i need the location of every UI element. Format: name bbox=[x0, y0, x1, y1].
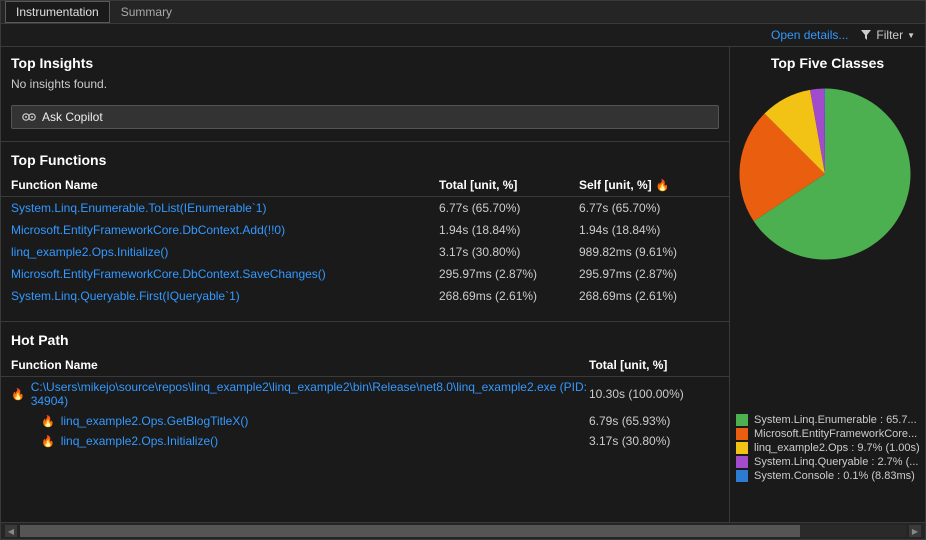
self-cell: 6.77s (65.70%) bbox=[579, 201, 719, 215]
toolbar: Open details... Filter ▼ bbox=[1, 24, 925, 47]
funnel-icon bbox=[860, 29, 872, 41]
col-total[interactable]: Total [unit, %] bbox=[439, 178, 579, 192]
legend-item[interactable]: System.Console : 0.1% (8.83ms) bbox=[736, 469, 919, 483]
legend-swatch bbox=[736, 428, 748, 440]
function-link[interactable]: Microsoft.EntityFrameworkCore.DbContext.… bbox=[11, 223, 439, 237]
tab-bar: Instrumentation Summary bbox=[1, 1, 925, 24]
legend-item[interactable]: System.Linq.Enumerable : 65.7... bbox=[736, 413, 919, 427]
scroll-track[interactable] bbox=[20, 525, 906, 537]
function-link[interactable]: 🔥linq_example2.Ops.Initialize() bbox=[11, 434, 589, 448]
self-cell: 1.94s (18.84%) bbox=[579, 223, 719, 237]
legend-label: Microsoft.EntityFrameworkCore... bbox=[754, 428, 917, 440]
filter-label: Filter bbox=[876, 28, 903, 42]
table-row: linq_example2.Ops.Initialize()3.17s (30.… bbox=[1, 241, 729, 263]
col-total[interactable]: Total [unit, %] bbox=[589, 358, 719, 372]
table-row: Microsoft.EntityFrameworkCore.DbContext.… bbox=[1, 219, 729, 241]
function-link[interactable]: linq_example2.Ops.Initialize() bbox=[11, 245, 439, 259]
function-link[interactable]: 🔥C:\Users\mikejo\source\repos\linq_examp… bbox=[11, 380, 589, 408]
total-cell: 10.30s (100.00%) bbox=[589, 387, 719, 401]
function-link[interactable]: System.Linq.Queryable.First(IQueryable`1… bbox=[11, 289, 439, 303]
col-function-name[interactable]: Function Name bbox=[11, 178, 439, 192]
copilot-label: Ask Copilot bbox=[42, 110, 103, 124]
total-cell: 3.17s (30.80%) bbox=[439, 245, 579, 259]
flame-icon: 🔥 bbox=[11, 388, 25, 401]
legend-item[interactable]: System.Linq.Queryable : 2.7% (... bbox=[736, 455, 919, 469]
insights-empty-text: No insights found. bbox=[1, 77, 729, 99]
table-row: Microsoft.EntityFrameworkCore.DbContext.… bbox=[1, 263, 729, 285]
ask-copilot-button[interactable]: Ask Copilot bbox=[11, 105, 719, 129]
hot-path-title: Hot Path bbox=[1, 324, 729, 354]
self-cell: 989.82ms (9.61%) bbox=[579, 245, 719, 259]
table-row: 🔥linq_example2.Ops.GetBlogTitleX()6.79s … bbox=[1, 411, 729, 431]
legend-swatch bbox=[736, 470, 748, 482]
function-link[interactable]: System.Linq.Enumerable.ToList(IEnumerabl… bbox=[11, 201, 439, 215]
legend-swatch bbox=[736, 456, 748, 468]
legend-label: linq_example2.Ops : 9.7% (1.00s) bbox=[754, 442, 919, 454]
legend-item[interactable]: linq_example2.Ops : 9.7% (1.00s) bbox=[736, 441, 919, 455]
legend-item[interactable]: Microsoft.EntityFrameworkCore... bbox=[736, 427, 919, 441]
legend: System.Linq.Enumerable : 65.7... Microsof… bbox=[730, 409, 925, 487]
legend-label: System.Linq.Enumerable : 65.7... bbox=[754, 414, 917, 426]
scroll-right-button[interactable]: ▶ bbox=[909, 525, 921, 537]
copilot-icon bbox=[22, 110, 36, 124]
top-functions-table: Function Name Total [unit, %] Self [unit… bbox=[1, 174, 729, 307]
legend-label: System.Console : 0.1% (8.83ms) bbox=[754, 470, 915, 482]
function-link[interactable]: Microsoft.EntityFrameworkCore.DbContext.… bbox=[11, 267, 439, 281]
self-cell: 268.69ms (2.61%) bbox=[579, 289, 719, 303]
tab-summary[interactable]: Summary bbox=[110, 1, 183, 23]
filter-button[interactable]: Filter ▼ bbox=[860, 28, 915, 42]
legend-swatch bbox=[736, 442, 748, 454]
top-insights-title: Top Insights bbox=[1, 47, 729, 77]
total-cell: 6.79s (65.93%) bbox=[589, 414, 719, 428]
total-cell: 6.77s (65.70%) bbox=[439, 201, 579, 215]
total-cell: 1.94s (18.84%) bbox=[439, 223, 579, 237]
pie-chart bbox=[735, 84, 915, 264]
table-row: System.Linq.Enumerable.ToList(IEnumerabl… bbox=[1, 197, 729, 219]
scroll-left-button[interactable]: ◀ bbox=[5, 525, 17, 537]
tab-instrumentation[interactable]: Instrumentation bbox=[5, 1, 110, 23]
flame-icon: 🔥 bbox=[41, 435, 55, 448]
function-link[interactable]: 🔥linq_example2.Ops.GetBlogTitleX() bbox=[11, 414, 589, 428]
col-self[interactable]: Self [unit, %] 🔥 bbox=[579, 178, 719, 192]
flame-icon: 🔥 bbox=[41, 415, 55, 428]
total-cell: 3.17s (30.80%) bbox=[589, 434, 719, 448]
table-row: 🔥linq_example2.Ops.Initialize()3.17s (30… bbox=[1, 431, 729, 451]
top-functions-title: Top Functions bbox=[1, 144, 729, 174]
total-cell: 268.69ms (2.61%) bbox=[439, 289, 579, 303]
total-cell: 295.97ms (2.87%) bbox=[439, 267, 579, 281]
legend-swatch bbox=[736, 414, 748, 426]
open-details-link[interactable]: Open details... bbox=[771, 28, 848, 42]
flame-icon: 🔥 bbox=[656, 179, 670, 192]
chart-title: Top Five Classes bbox=[730, 47, 925, 79]
hot-path-table: Function Name Total [unit, %] 🔥C:\Users\… bbox=[1, 354, 729, 451]
table-row: 🔥C:\Users\mikejo\source\repos\linq_examp… bbox=[1, 377, 729, 411]
legend-label: System.Linq.Queryable : 2.7% (... bbox=[754, 456, 918, 468]
col-function-name[interactable]: Function Name bbox=[11, 358, 589, 372]
horizontal-scrollbar[interactable]: ◀ ▶ bbox=[1, 523, 925, 539]
self-cell: 295.97ms (2.87%) bbox=[579, 267, 719, 281]
table-row: System.Linq.Queryable.First(IQueryable`1… bbox=[1, 285, 729, 307]
chevron-down-icon: ▼ bbox=[907, 31, 915, 40]
scroll-thumb[interactable] bbox=[20, 525, 800, 537]
